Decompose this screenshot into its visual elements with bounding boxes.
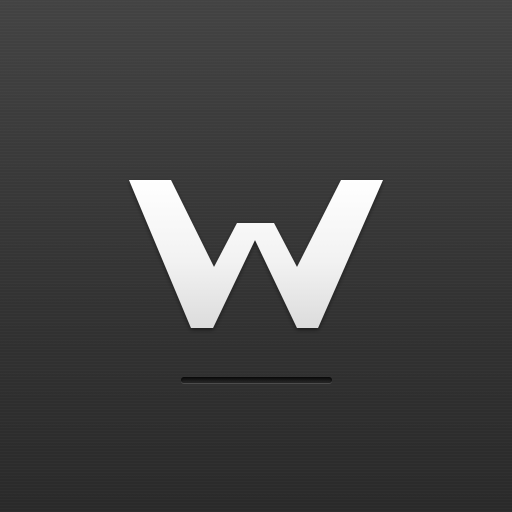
app-icon[interactable] bbox=[0, 0, 512, 512]
underline-bar bbox=[181, 377, 332, 383]
w-logo-icon bbox=[129, 180, 383, 328]
